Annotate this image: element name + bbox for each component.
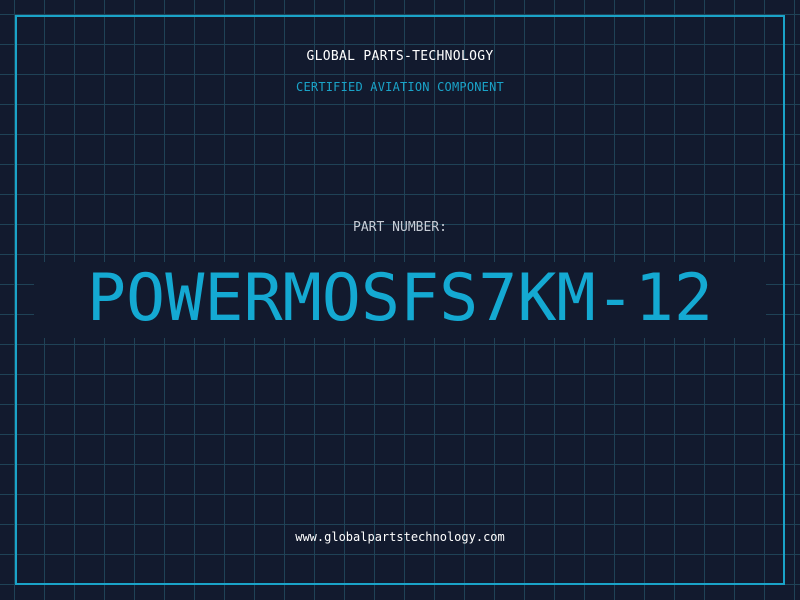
- certification-tagline: CERTIFIED AVIATION COMPONENT: [296, 80, 504, 94]
- part-number-value: POWERMOSFS7KM-12: [86, 261, 714, 336]
- website-url: www.globalpartstechnology.com: [295, 530, 505, 544]
- company-name: GLOBAL PARTS-TECHNOLOGY: [306, 49, 494, 64]
- part-number-label: PART NUMBER:: [353, 220, 447, 235]
